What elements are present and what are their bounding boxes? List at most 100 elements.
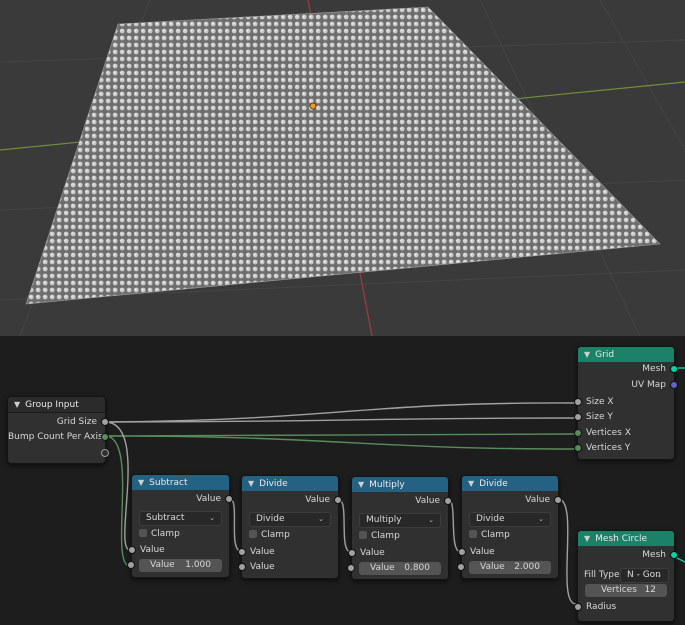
dropdown-arrow-icon: ⌄ bbox=[428, 516, 434, 524]
divide-node-2[interactable]: ▼ Divide Value Divide ⌄ Clamp Value Value … bbox=[457, 475, 562, 579]
checkbox-icon[interactable] bbox=[469, 530, 477, 538]
clamp-checkbox[interactable]: Clamp bbox=[249, 528, 290, 542]
value-field[interactable]: Value 2.000 bbox=[457, 561, 551, 574]
chevron-down-icon[interactable]: ▼ bbox=[584, 531, 590, 546]
output-uv-map: UV Map bbox=[578, 378, 678, 392]
subtract-header[interactable]: ▼ Subtract bbox=[132, 475, 229, 490]
output-grid-size: Grid Size bbox=[8, 415, 109, 429]
node-title: Subtract bbox=[149, 478, 188, 488]
wire-grid-size-x bbox=[104, 402, 577, 423]
operation-dropdown[interactable]: Multiply ⌄ bbox=[359, 513, 441, 528]
node-title: Group Input bbox=[25, 400, 79, 410]
socket-mesh[interactable] bbox=[670, 551, 678, 559]
divide-node-1[interactable]: ▼ Divide Value Divide ⌄ Clamp Value Value bbox=[238, 475, 342, 579]
socket-value-field[interactable] bbox=[127, 561, 135, 569]
input-value-2: Value bbox=[238, 560, 338, 574]
node-editor[interactable]: ▼ Group Input Grid Size Bump Count Per Ax… bbox=[0, 336, 685, 625]
output-empty bbox=[8, 446, 109, 460]
checkbox-icon[interactable] bbox=[249, 530, 257, 538]
clamp-checkbox[interactable]: Clamp bbox=[469, 528, 510, 542]
socket-value-out[interactable] bbox=[334, 496, 342, 504]
socket-value-field[interactable] bbox=[457, 563, 465, 571]
socket-value-in[interactable] bbox=[458, 548, 466, 556]
input-value: Value bbox=[128, 543, 229, 557]
value-field[interactable]: Value 1.000 bbox=[127, 559, 222, 572]
socket-empty[interactable] bbox=[101, 449, 109, 457]
operation-dropdown[interactable]: Divide ⌄ bbox=[469, 512, 551, 527]
socket-value-in-2[interactable] bbox=[238, 563, 246, 571]
wire-multiply-divide bbox=[447, 498, 462, 553]
socket-value-in[interactable] bbox=[348, 549, 356, 557]
wire-subtract-divide bbox=[229, 498, 242, 552]
wire-divide-multiply bbox=[337, 498, 352, 553]
mesh-circle-header[interactable]: ▼ Mesh Circle bbox=[578, 531, 674, 546]
socket-value-out[interactable] bbox=[444, 497, 452, 505]
chevron-down-icon[interactable]: ▼ bbox=[468, 476, 474, 491]
origin-dot-icon bbox=[309, 102, 317, 110]
multiply-header[interactable]: ▼ Multiply bbox=[352, 477, 448, 492]
group-input-node[interactable]: ▼ Group Input Grid Size Bump Count Per Ax… bbox=[7, 396, 109, 464]
fill-type-dropdown[interactable]: N - Gon ⌄ bbox=[620, 568, 669, 583]
node-title: Mesh Circle bbox=[595, 534, 647, 544]
clamp-checkbox[interactable]: Clamp bbox=[139, 527, 180, 541]
output-value: Value bbox=[132, 492, 233, 506]
socket-grid-size[interactable] bbox=[101, 418, 109, 426]
socket-value-field[interactable] bbox=[347, 564, 355, 572]
wire-grid-size-y bbox=[104, 417, 577, 423]
output-value: Value bbox=[462, 493, 562, 507]
chevron-down-icon[interactable]: ▼ bbox=[584, 347, 590, 362]
input-size-y: Size Y bbox=[574, 410, 674, 424]
chevron-down-icon[interactable]: ▼ bbox=[138, 475, 144, 490]
subtract-node[interactable]: ▼ Subtract Value Subtract ⌄ Clamp Value Va… bbox=[127, 474, 233, 578]
socket-mesh[interactable] bbox=[670, 365, 678, 373]
output-mesh: Mesh bbox=[578, 548, 678, 562]
checkbox-icon[interactable] bbox=[139, 529, 147, 537]
checkbox-icon[interactable] bbox=[359, 531, 367, 539]
divide-header[interactable]: ▼ Divide bbox=[462, 476, 558, 491]
socket-value-in[interactable] bbox=[128, 546, 136, 554]
bump-grid-mesh[interactable] bbox=[25, 6, 661, 305]
mesh-circle-node[interactable]: ▼ Mesh Circle Mesh Fill Type N - Gon ⌄ Ver… bbox=[574, 530, 678, 622]
operation-dropdown[interactable]: Divide ⌄ bbox=[249, 512, 331, 527]
socket-value-out[interactable] bbox=[554, 496, 562, 504]
socket-size-y[interactable] bbox=[574, 413, 582, 421]
output-bump-count: Bump Count Per Axis bbox=[8, 430, 109, 444]
socket-vertices-y[interactable] bbox=[574, 444, 582, 452]
grid-node[interactable]: ▼ Grid Mesh UV Map Size X Size Y Vertices… bbox=[574, 346, 678, 460]
socket-value-in-1[interactable] bbox=[238, 548, 246, 556]
input-value-1: Value bbox=[238, 545, 338, 559]
chevron-down-icon[interactable]: ▼ bbox=[358, 477, 364, 492]
socket-vertices-x[interactable] bbox=[574, 429, 582, 437]
input-value: Value bbox=[348, 546, 448, 560]
node-title: Grid bbox=[595, 350, 615, 360]
clamp-checkbox[interactable]: Clamp bbox=[359, 529, 400, 543]
socket-value-out[interactable] bbox=[225, 495, 233, 503]
input-radius: Radius bbox=[574, 600, 674, 614]
divide-header[interactable]: ▼ Divide bbox=[242, 476, 338, 491]
socket-size-x[interactable] bbox=[574, 398, 582, 406]
grid-header[interactable]: ▼ Grid bbox=[578, 347, 674, 362]
group-input-header[interactable]: ▼ Group Input bbox=[8, 397, 105, 413]
wire-divide-radius bbox=[557, 498, 577, 605]
viewport-scene bbox=[0, 0, 685, 336]
dropdown-arrow-icon: ⌄ bbox=[538, 515, 544, 523]
node-title: Divide bbox=[479, 479, 508, 489]
input-vertices-y: Vertices Y bbox=[574, 441, 674, 455]
chevron-down-icon[interactable]: ▼ bbox=[248, 476, 254, 491]
socket-uv-map[interactable] bbox=[670, 381, 678, 389]
output-mesh: Mesh bbox=[578, 362, 678, 376]
value-field[interactable]: Value 0.800 bbox=[347, 562, 441, 575]
3d-viewport[interactable] bbox=[0, 0, 685, 336]
dropdown-arrow-icon: ⌄ bbox=[209, 514, 215, 522]
output-value: Value bbox=[352, 494, 452, 508]
socket-bump-count[interactable] bbox=[101, 433, 109, 441]
vertices-field[interactable]: Vertices 12 bbox=[585, 584, 667, 597]
input-vertices-x: Vertices X bbox=[574, 426, 674, 440]
dropdown-arrow-icon: ⌄ bbox=[656, 571, 662, 579]
chevron-down-icon[interactable]: ▼ bbox=[14, 397, 20, 412]
multiply-node[interactable]: ▼ Multiply Value Multiply ⌄ Clamp Value Va… bbox=[347, 476, 452, 580]
operation-dropdown[interactable]: Subtract ⌄ bbox=[139, 511, 222, 526]
socket-radius[interactable] bbox=[574, 603, 582, 611]
input-size-x: Size X bbox=[574, 395, 674, 409]
fill-type-row: Fill Type N - Gon ⌄ bbox=[578, 568, 674, 583]
